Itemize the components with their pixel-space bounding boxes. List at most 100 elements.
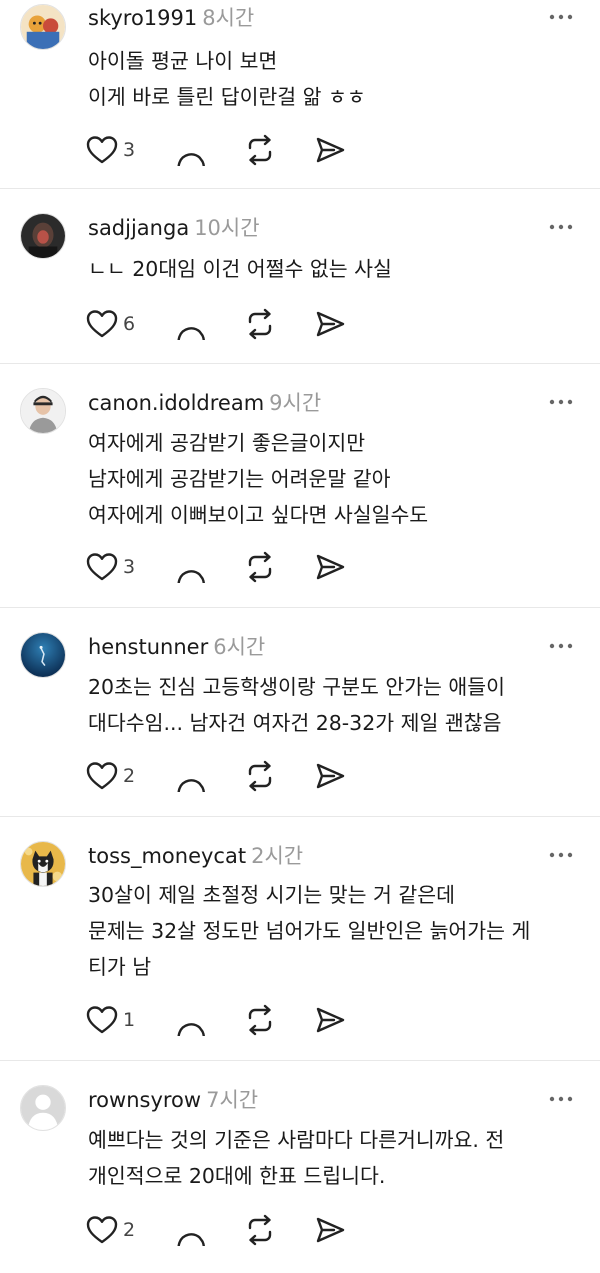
post: henstunner 6시간 20초는 진심 고등학생이랑 구분도 안가는 애들이… [0, 608, 600, 817]
username[interactable]: skyro1991 [88, 6, 197, 30]
send-icon [314, 1004, 346, 1036]
avatar[interactable] [20, 632, 66, 678]
timestamp: 9시간 [269, 391, 322, 415]
comment-bubble-icon [175, 760, 207, 792]
action-bar: 2 [86, 1213, 386, 1247]
like-count: 3 [123, 139, 136, 161]
post-header: sadjjanga 10시간 [88, 213, 260, 243]
post-text: 아이돌 평균 나이 보면 이게 바로 틀린 답이란걸 앎 ㅎㅎ [88, 49, 366, 109]
like-count: 3 [123, 556, 136, 578]
repost-icon [244, 760, 276, 792]
username[interactable]: toss_moneycat [88, 844, 246, 868]
reply-button[interactable] [175, 550, 207, 584]
like-count: 2 [123, 765, 136, 787]
post-header: skyro1991 8시간 [88, 3, 254, 33]
share-button[interactable] [314, 759, 346, 793]
heart-icon [86, 552, 118, 582]
like-button[interactable]: 3 [86, 133, 135, 167]
post-text: 여자에게 공감받기 좋은글이지만 남자에게 공감받기는 어려운말 같아 여자에게… [88, 431, 429, 527]
share-button[interactable] [314, 307, 346, 341]
share-button[interactable] [314, 1003, 346, 1037]
heart-icon [86, 135, 118, 165]
heart-icon [86, 761, 118, 791]
post-text: 20초는 진심 고등학생이랑 구분도 안가는 애들이 대다수임... 남자건 여… [88, 675, 506, 735]
reply-button[interactable] [175, 307, 207, 341]
heart-icon [86, 309, 118, 339]
send-icon [314, 308, 346, 340]
timestamp: 2시간 [251, 844, 304, 868]
reply-button[interactable] [175, 1003, 207, 1037]
avatar[interactable] [20, 841, 66, 887]
avatar[interactable] [20, 1085, 66, 1131]
repost-icon [244, 308, 276, 340]
action-bar: 3 [86, 133, 386, 167]
post-header: henstunner 6시간 [88, 632, 265, 662]
like-button[interactable]: 2 [86, 759, 135, 793]
repost-button[interactable] [244, 759, 276, 793]
like-count: 1 [123, 1009, 136, 1031]
like-count: 2 [123, 1219, 136, 1241]
share-button[interactable] [314, 550, 346, 584]
timestamp: 6시간 [213, 635, 266, 659]
reply-button[interactable] [175, 133, 207, 167]
send-icon [314, 551, 346, 583]
like-button[interactable]: 1 [86, 1003, 135, 1037]
more-dots-icon[interactable] [548, 395, 574, 409]
action-bar: 1 [86, 1003, 386, 1037]
repost-button[interactable] [244, 307, 276, 341]
repost-button[interactable] [244, 1003, 276, 1037]
username[interactable]: sadjjanga [88, 216, 189, 240]
action-bar: 6 [86, 307, 386, 341]
reply-button[interactable] [175, 1213, 207, 1247]
send-icon [314, 134, 346, 166]
action-bar: 3 [86, 550, 386, 584]
comment-bubble-icon [175, 134, 207, 166]
username[interactable]: henstunner [88, 635, 208, 659]
more-dots-icon[interactable] [548, 10, 574, 24]
like-button[interactable]: 3 [86, 550, 135, 584]
post-text: ㄴㄴ 20대임 이건 어쩔수 없는 사실 [88, 257, 392, 281]
timestamp: 10시간 [194, 216, 260, 240]
post-header: toss_moneycat 2시간 [88, 841, 303, 871]
more-dots-icon[interactable] [548, 220, 574, 234]
post: sadjjanga 10시간 ㄴㄴ 20대임 이건 어쩔수 없는 사실 6 [0, 189, 600, 364]
repost-icon [244, 1214, 276, 1246]
share-button[interactable] [314, 1213, 346, 1247]
avatar[interactable] [20, 4, 66, 50]
repost-button[interactable] [244, 550, 276, 584]
timestamp: 7시간 [206, 1088, 259, 1112]
avatar[interactable] [20, 388, 66, 434]
send-icon [314, 1214, 346, 1246]
username[interactable]: canon.idoldream [88, 391, 264, 415]
more-dots-icon[interactable] [548, 639, 574, 653]
like-button[interactable]: 6 [86, 307, 135, 341]
post: toss_moneycat 2시간 30살이 제일 초절정 시기는 맞는 거 같은… [0, 817, 600, 1061]
comment-bubble-icon [175, 551, 207, 583]
avatar[interactable] [20, 213, 66, 259]
post-text: 예쁘다는 것의 기준은 사람마다 다른거니까요. 전 개인적으로 20대에 한표… [88, 1128, 505, 1188]
like-button[interactable]: 2 [86, 1213, 135, 1247]
reply-button[interactable] [175, 759, 207, 793]
repost-icon [244, 134, 276, 166]
repost-icon [244, 551, 276, 583]
post: canon.idoldream 9시간 여자에게 공감받기 좋은글이지만 남자에게… [0, 364, 600, 608]
repost-button[interactable] [244, 133, 276, 167]
timestamp: 8시간 [202, 6, 255, 30]
heart-icon [86, 1005, 118, 1035]
username[interactable]: rownsyrow [88, 1088, 201, 1112]
post-header: rownsyrow 7시간 [88, 1085, 258, 1115]
comment-bubble-icon [175, 1004, 207, 1036]
post: skyro1991 8시간 아이돌 평균 나이 보면 이게 바로 틀린 답이란걸 … [0, 0, 600, 189]
more-dots-icon[interactable] [548, 848, 574, 862]
more-dots-icon[interactable] [548, 1092, 574, 1106]
comment-bubble-icon [175, 308, 207, 340]
repost-icon [244, 1004, 276, 1036]
heart-icon [86, 1215, 118, 1245]
send-icon [314, 760, 346, 792]
post-header: canon.idoldream 9시간 [88, 388, 321, 418]
post-text: 30살이 제일 초절정 시기는 맞는 거 같은데 문제는 32살 정도만 넘어가… [88, 883, 531, 979]
share-button[interactable] [314, 133, 346, 167]
repost-button[interactable] [244, 1213, 276, 1247]
comment-bubble-icon [175, 1214, 207, 1246]
action-bar: 2 [86, 759, 386, 793]
